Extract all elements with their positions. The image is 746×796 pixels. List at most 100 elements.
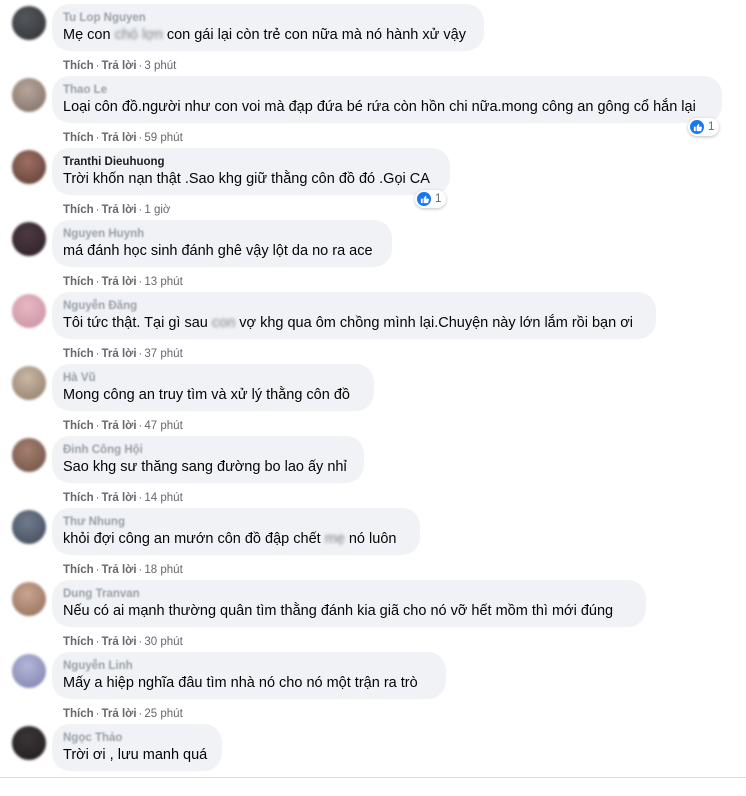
reply-button[interactable]: Trả lời	[102, 276, 137, 288]
comment-time[interactable]: 3 phút	[144, 60, 176, 72]
comment-item: Dung Tranvan Nếu có ai mạnh thường quân …	[0, 580, 746, 652]
comment-item: Đinh Công Hội Sao khg sư thăng sang đườn…	[0, 436, 746, 508]
comment-actions: Thích · Trả lời · 1 giờ	[63, 204, 171, 216]
comment-text: Nếu có ai mạnh thường quân tìm thằng đán…	[63, 603, 614, 619]
comment-bubble: Nguyễn Đăng Tôi tức thật. Tại gì sau con…	[52, 292, 656, 339]
comment-text: má đánh học sinh đánh ghê vậy lột da no …	[63, 243, 373, 259]
like-reaction-icon	[690, 120, 704, 134]
reaction-count[interactable]: 1	[415, 190, 447, 208]
comment-time[interactable]: 14 phút	[144, 492, 182, 504]
comment-author[interactable]: Ngọc Thảo	[63, 731, 210, 745]
reply-button[interactable]: Trả lời	[102, 636, 137, 648]
avatar[interactable]	[12, 294, 46, 328]
comment-author[interactable]: Đinh Công Hội	[63, 443, 352, 457]
comment-text: khỏi đợi công an mướn côn đồ đập chết mẹ…	[63, 531, 397, 547]
redacted-text: chó lợn	[114, 27, 163, 43]
like-button[interactable]: Thích	[63, 204, 94, 216]
like-button[interactable]: Thích	[63, 708, 94, 720]
redacted-text: con	[211, 315, 236, 331]
comment-item: Hà Vũ Mong công an truy tìm và xử lý thằ…	[0, 364, 746, 436]
avatar[interactable]	[12, 222, 46, 256]
reply-button[interactable]: Trả lời	[102, 564, 137, 576]
comment-bubble: Nguyen Huynh má đánh học sinh đánh ghê v…	[52, 220, 392, 267]
comment-text: Mẹ con chó lợn con gái lại còn trẻ con n…	[63, 27, 466, 43]
reply-button[interactable]: Trả lời	[102, 60, 137, 72]
like-button[interactable]: Thích	[63, 60, 94, 72]
avatar[interactable]	[12, 510, 46, 544]
avatar[interactable]	[12, 6, 46, 40]
comment-time[interactable]: 18 phút	[144, 564, 182, 576]
reply-button[interactable]: Trả lời	[102, 204, 137, 216]
comment-author[interactable]: Nguyễn Linh	[63, 659, 434, 673]
avatar[interactable]	[12, 78, 46, 112]
comment-actions: Thích · Trả lời · 14 phút	[63, 492, 183, 504]
comment-text: Loại côn đồ.người như con voi mà đạp đứa…	[63, 99, 696, 115]
comment-bubble: Thao Le Loại côn đồ.người như con voi mà…	[52, 76, 722, 123]
comment-time[interactable]: 47 phút	[144, 420, 182, 432]
comment-bubble: Tranthi Dieuhuong Trời khốn nạn thật .Sa…	[52, 148, 450, 195]
comment-actions: Thích · Trả lời · 3 phút	[63, 60, 177, 72]
comment-time[interactable]: 59 phút	[144, 132, 182, 144]
avatar[interactable]	[12, 654, 46, 688]
comment-actions: Thích · Trả lời · 25 phút	[63, 708, 183, 720]
comment-author[interactable]: Tranthi Dieuhuong	[63, 155, 438, 169]
avatar[interactable]	[12, 366, 46, 400]
comment-actions: Thích · Trả lời · 59 phút	[63, 132, 183, 144]
comment-bubble: Ngọc Thảo Trời ơi , lưu manh quá	[52, 724, 222, 771]
comment-actions: Thích · Trả lời · 18 phút	[63, 564, 183, 576]
comment-author[interactable]: Hà Vũ	[63, 371, 362, 385]
redacted-text: mẹ	[324, 531, 345, 547]
comment-item: Tu Lop Nguyen Mẹ con chó lợn con gái lại…	[0, 4, 746, 76]
comment-bubble: Đinh Công Hội Sao khg sư thăng sang đườn…	[52, 436, 364, 483]
comment-text: Sao khg sư thăng sang đường bo lao ấy nh…	[63, 459, 347, 475]
reply-button[interactable]: Trả lời	[102, 132, 137, 144]
reply-button[interactable]: Trả lời	[102, 708, 137, 720]
comment-text: Mong công an truy tìm và xử lý thằng côn…	[63, 387, 350, 403]
comment-time[interactable]: 13 phút	[144, 276, 182, 288]
like-button[interactable]: Thích	[63, 420, 94, 432]
comment-item: Thao Le Loại côn đồ.người như con voi mà…	[0, 76, 746, 148]
comment-author[interactable]: Nguyễn Đăng	[63, 299, 644, 313]
comment-author[interactable]: Thư Nhung	[63, 515, 408, 529]
comment-bubble: Thư Nhung khỏi đợi công an mướn côn đồ đ…	[52, 508, 420, 555]
comment-bubble: Tu Lop Nguyen Mẹ con chó lợn con gái lại…	[52, 4, 484, 51]
comment-time[interactable]: 1 giờ	[144, 204, 170, 216]
comment-time[interactable]: 30 phút	[144, 636, 182, 648]
like-button[interactable]: Thích	[63, 348, 94, 360]
comment-author[interactable]: Dung Tranvan	[63, 587, 634, 601]
comment-actions: Thích · Trả lời · 13 phút	[63, 276, 183, 288]
comment-actions: Thích · Trả lời · 37 phút	[63, 348, 183, 360]
like-button[interactable]: Thích	[63, 492, 94, 504]
comment-bubble: Hà Vũ Mong công an truy tìm và xử lý thằ…	[52, 364, 374, 411]
comment-text: Mấy a hiệp nghĩa đâu tìm nhà nó cho nó m…	[63, 675, 418, 691]
comment-item: Thư Nhung khỏi đợi công an mướn côn đồ đ…	[0, 508, 746, 580]
comment-actions: Thích · Trả lời · 47 phút	[63, 420, 183, 432]
comment-item: Nguyen Huynh má đánh học sinh đánh ghê v…	[0, 220, 746, 292]
reaction-count[interactable]: 1	[688, 118, 720, 136]
comment-author[interactable]: Thao Le	[63, 83, 710, 97]
like-button[interactable]: Thích	[63, 636, 94, 648]
avatar[interactable]	[12, 726, 46, 760]
comment-text: Trời khốn nạn thật .Sao khg giữ thằng cô…	[63, 171, 430, 187]
comment-item: Nguyễn Đăng Tôi tức thật. Tại gì sau con…	[0, 292, 746, 364]
comment-text: Trời ơi , lưu manh quá	[63, 747, 208, 763]
comment-time[interactable]: 37 phút	[144, 348, 182, 360]
like-button[interactable]: Thích	[63, 276, 94, 288]
comment-bubble: Nguyễn Linh Mấy a hiệp nghĩa đâu tìm nhà…	[52, 652, 446, 699]
avatar[interactable]	[12, 438, 46, 472]
comment-author[interactable]: Tu Lop Nguyen	[63, 11, 472, 25]
like-reaction-icon	[417, 192, 431, 206]
reply-button[interactable]: Trả lời	[102, 348, 137, 360]
comment-time[interactable]: 25 phút	[144, 708, 182, 720]
comment-actions: Thích · Trả lời · 30 phút	[63, 636, 183, 648]
comment-item: Nguyễn Linh Mấy a hiệp nghĩa đâu tìm nhà…	[0, 652, 746, 724]
avatar[interactable]	[12, 150, 46, 184]
reply-button[interactable]: Trả lời	[102, 492, 137, 504]
avatar[interactable]	[12, 582, 46, 616]
comment-author[interactable]: Nguyen Huynh	[63, 227, 380, 241]
like-button[interactable]: Thích	[63, 564, 94, 576]
like-button[interactable]: Thích	[63, 132, 94, 144]
comment-bubble: Dung Tranvan Nếu có ai mạnh thường quân …	[52, 580, 646, 627]
reply-button[interactable]: Trả lời	[102, 420, 137, 432]
divider	[0, 777, 746, 778]
